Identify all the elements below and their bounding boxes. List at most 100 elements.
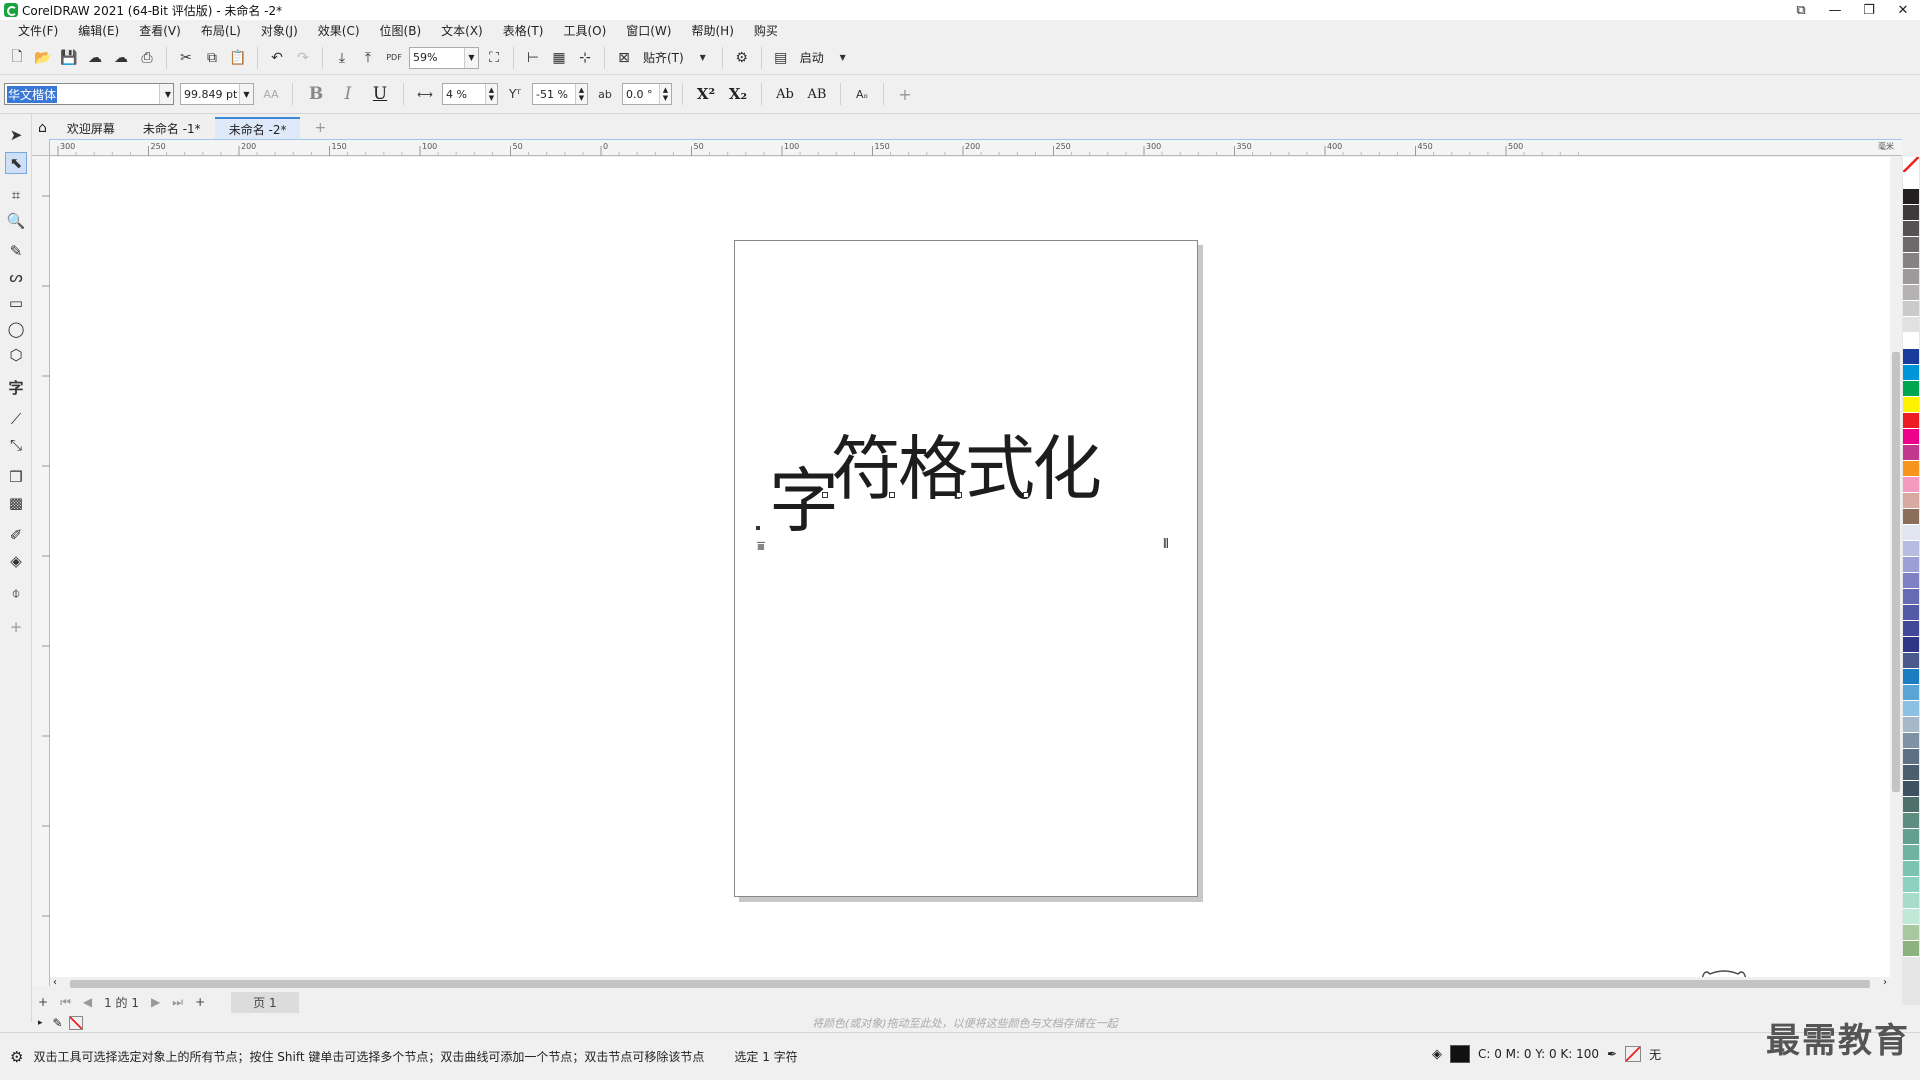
fill-color-swatch[interactable] [1450,1045,1470,1063]
save-icon[interactable]: 💾 [58,47,80,69]
drop-shadow-tool-icon[interactable]: ❒ [5,466,27,488]
freehand-tool-icon[interactable]: ✎ [5,240,27,262]
all-caps-button[interactable]: AB [804,87,830,102]
color-swatch[interactable] [1903,765,1919,781]
export-icon[interactable]: ⤒ [357,47,379,69]
spin-arrows-icon[interactable]: ▲ ▼ [659,84,671,104]
color-swatch[interactable] [1903,205,1919,221]
color-swatch[interactable] [1903,365,1919,381]
color-swatch[interactable] [1903,221,1919,237]
vertical-ruler[interactable] [32,156,50,986]
text-node[interactable] [889,492,895,498]
snap-to-menu[interactable]: 贴齐(T) [639,49,688,66]
paste-icon[interactable]: 📋 [227,47,249,69]
underline-button[interactable]: U [367,84,393,104]
add-page-icon[interactable]: + [32,995,54,1009]
open-folder-icon[interactable]: 📂 [32,47,54,69]
text-char-5[interactable]: 化 [1032,434,1102,504]
no-color-swatch-icon[interactable] [1903,157,1919,173]
add-tool-icon[interactable]: + [5,616,27,638]
add-page-after-icon[interactable]: + [189,995,211,1009]
menu-effects[interactable]: 效果(C) [308,22,370,39]
menu-text[interactable]: 文本(X) [431,22,493,39]
color-swatch[interactable] [1903,429,1919,445]
color-swatch[interactable] [1903,237,1919,253]
color-swatch[interactable] [1903,605,1919,621]
options-gear-icon[interactable]: ⚙ [731,47,753,69]
menu-bitmap[interactable]: 位图(B) [370,22,432,39]
copy-icon[interactable]: ⧉ [201,47,223,69]
color-swatch[interactable] [1903,845,1919,861]
color-swatch[interactable] [1903,349,1919,365]
ellipse-tool-icon[interactable]: ◯ [5,318,27,340]
home-icon[interactable]: ⌂ [32,117,53,139]
menu-layout[interactable]: 布局(L) [191,22,251,39]
print-icon[interactable]: ⎙ [136,47,158,69]
minimize-icon[interactable]: — [1818,0,1852,20]
chevron-down-icon[interactable]: ▼ [464,47,478,68]
drawing-window[interactable]: 字 符 格 式 化 ⩸ ⦀ 中 [50,157,1890,977]
chevron-down-icon[interactable]: ▼ [159,84,173,104]
eyedropper-tool-icon[interactable]: ✐ [5,524,27,546]
scroll-right-icon[interactable]: › [1883,977,1887,988]
eyedropper-icon[interactable]: ✎ [53,1016,63,1030]
color-swatch[interactable] [1903,301,1919,317]
menu-tools[interactable]: 工具(O) [553,22,616,39]
snap-off-icon[interactable]: ⊠ [613,47,635,69]
color-swatch[interactable] [1903,813,1919,829]
smart-fill-tool-icon[interactable]: ⌽ [5,582,27,604]
redo-icon[interactable]: ↷ [292,47,314,69]
color-swatch[interactable] [1903,925,1919,941]
color-swatch[interactable] [1903,573,1919,589]
outline-pen-icon[interactable]: ✒ [1607,1047,1617,1061]
tab-untitled-1[interactable]: 未命名 -1* [129,117,215,139]
color-swatch[interactable] [1903,685,1919,701]
color-swatch[interactable] [1903,909,1919,925]
artistic-media-tool-icon[interactable]: ᔕ [5,266,27,288]
ruler-origin-corner[interactable] [32,139,50,156]
no-color-swatch-icon[interactable] [68,1015,83,1030]
new-document-icon[interactable]: 🗋 [6,47,28,69]
text-node[interactable] [956,492,962,498]
shape-tool-icon[interactable]: ⬉ [5,152,27,174]
color-swatch[interactable] [1903,589,1919,605]
show-guidelines-icon[interactable]: ⊹ [574,47,596,69]
status-gear-icon[interactable]: ⚙ [10,1048,23,1066]
menu-window[interactable]: 窗口(W) [616,22,681,39]
color-swatch[interactable] [1903,653,1919,669]
chevron-down-icon[interactable]: ▼ [692,47,714,69]
show-grid-icon[interactable]: ▦ [548,47,570,69]
color-swatch[interactable] [1903,253,1919,269]
next-page-icon[interactable]: ▶ [145,995,166,1009]
text-tool-icon[interactable]: 字 [5,376,27,398]
horizontal-scrollbar[interactable]: ‹ › [50,977,1890,991]
character-spacing-handle-icon[interactable]: ⦀ [1163,537,1169,552]
connector-tool-icon[interactable]: ⤡ [5,434,27,456]
spin-arrows-icon[interactable]: ▲ ▼ [575,84,587,104]
bold-button[interactable]: B [303,84,329,104]
color-swatch[interactable] [1903,797,1919,813]
color-swatch[interactable] [1903,493,1919,509]
menu-view[interactable]: 查看(V) [129,22,191,39]
zoom-level-combo[interactable]: 59% ▼ [409,46,479,69]
import-icon[interactable]: ⤓ [331,47,353,69]
color-swatch[interactable] [1903,877,1919,893]
tab-untitled-2[interactable]: 未命名 -2* [214,117,301,139]
scroll-left-icon[interactable]: ‹ [53,977,57,988]
launch-icon[interactable]: ▤ [770,47,792,69]
pick-tool-icon[interactable]: ➤ [5,124,27,146]
color-swatch[interactable] [1903,829,1919,845]
text-node[interactable] [822,492,828,498]
font-size-combo[interactable]: 99.849 pt ▼ [180,83,254,105]
color-swatch[interactable] [1903,445,1919,461]
color-swatch[interactable] [1903,333,1919,349]
font-size-step-icon[interactable]: AA [260,83,282,105]
small-caps-button[interactable]: Ab [772,87,798,102]
color-swatch[interactable] [1903,781,1919,797]
transparency-tool-icon[interactable]: ▩ [5,492,27,514]
expand-arrow-icon[interactable]: ▸ [38,1018,43,1028]
last-page-icon[interactable]: ⏭ [166,995,189,1010]
character-rotation-field[interactable]: 0.0 ° ▲ ▼ [622,83,672,105]
font-list-combo[interactable]: 华文楷体 ▼ [4,83,174,105]
color-swatch[interactable] [1903,173,1919,189]
